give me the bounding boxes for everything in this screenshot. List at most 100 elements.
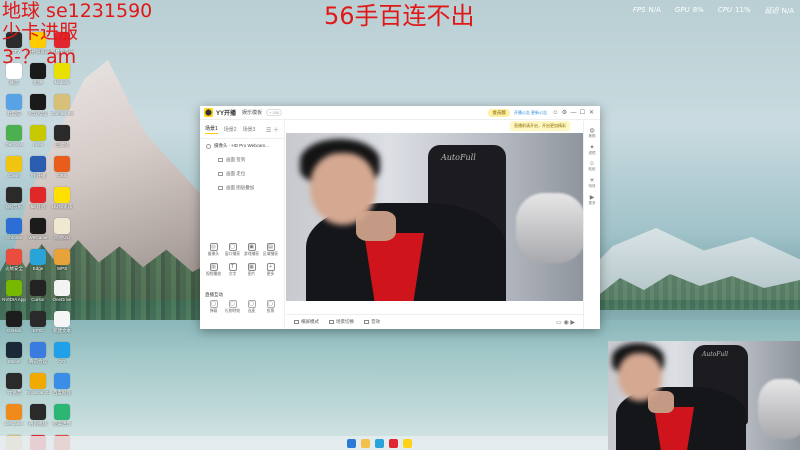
yy-notice-link[interactable]: 开播公告 更新公告 <box>514 110 547 116</box>
desktop-icon[interactable]: YY开播 <box>26 154 50 185</box>
desktop-icon[interactable]: Chrome <box>2 216 26 247</box>
desktop-icon[interactable]: 火绒安全 <box>2 247 26 278</box>
interact-icon: ▢ <box>266 300 275 308</box>
settings-icon[interactable]: ⚙ <box>560 109 569 116</box>
desktop-icon[interactable]: BeGame <box>2 402 26 433</box>
add-source-button[interactable]: + 更多 <box>261 263 280 277</box>
desktop-icon[interactable]: GitHub <box>2 309 26 340</box>
desktop-icon[interactable]: 完美世界 <box>50 402 74 433</box>
scene-switch-button[interactable]: 场景切换 <box>329 319 354 325</box>
right-tool-button[interactable]: ✦ 滤镜 <box>589 144 596 156</box>
avatar-icon[interactable]: ☺ <box>551 110 560 116</box>
app-icon <box>30 373 46 389</box>
right-tool-button[interactable]: ▶ 更多 <box>589 194 596 206</box>
add-source-icon: + <box>266 263 275 271</box>
interact-button[interactable]: ▢ 弹幕 <box>204 300 223 314</box>
desktop-icon[interactable]: WPS <box>50 247 74 278</box>
add-source-icon: ▦ <box>247 263 256 271</box>
scene-add-icon[interactable]: ☰ ＋ <box>266 125 279 134</box>
desktop-icon[interactable]: Cursor <box>26 278 50 309</box>
desktop-icon[interactable]: 新建文本 <box>50 309 74 340</box>
yy-live-icon[interactable] <box>402 438 412 448</box>
desktop-icon[interactable]: 此电脑 <box>2 92 26 123</box>
desktop-icon[interactable]: NVIDIA App <box>2 278 26 309</box>
desktop-icon[interactable]: 腾讯视频 <box>26 402 50 433</box>
desktop-icon[interactable]: 哔哩哔哩 <box>26 92 50 123</box>
app-icon <box>6 187 22 203</box>
maximize-icon[interactable]: ☐ <box>578 109 587 116</box>
app-icon <box>30 404 46 420</box>
right-tool-icon: ▶ <box>589 195 595 201</box>
layer-icon <box>218 158 223 162</box>
desktop-icon[interactable]: 百度网盘 <box>50 371 74 402</box>
visibility-icon[interactable] <box>206 143 211 149</box>
desktop-icon-label: 百度网盘 <box>53 390 71 395</box>
add-source-button[interactable]: ▣ 游戏捕获 <box>242 243 261 257</box>
explorer-icon[interactable] <box>360 438 370 448</box>
desktop-icon[interactable]: QQ <box>50 340 74 371</box>
desktop-icon-label: 腾讯视频 <box>29 421 47 426</box>
desktop-icon[interactable]: WeGame <box>26 216 50 247</box>
desktop-icon[interactable]: 网易UU <box>50 216 74 247</box>
desktop-icon-label: WPS <box>56 266 68 271</box>
yy-template-menu[interactable]: 娱乐模板 <box>242 109 262 116</box>
desktop-icon[interactable]: QQ音乐 <box>2 185 26 216</box>
app-icon <box>30 311 46 327</box>
desktop-icon[interactable]: Counter-Strike <box>50 92 74 123</box>
interact-button[interactable]: ▢ 投票 <box>261 300 280 314</box>
desktop-icon[interactable]: Edge <box>26 247 50 278</box>
add-source-button[interactable]: ◎ 摄像头 <box>204 243 223 257</box>
add-source-button[interactable]: ▦ 图片 <box>242 263 261 277</box>
sub-source-item[interactable]: 画面 图层叠加 <box>200 181 284 195</box>
desktop-icon[interactable]: 5E对战 <box>26 185 50 216</box>
add-source-button[interactable]: ▤ 区域捕获 <box>261 243 280 257</box>
tab-scene-3[interactable]: 场景3 <box>243 126 256 133</box>
add-source-button[interactable]: ▢ 窗口捕获 <box>223 243 242 257</box>
desktop-icon-label: Apex <box>32 142 44 147</box>
add-source-button[interactable]: T 文字 <box>223 263 242 277</box>
tab-scene-2[interactable]: 场景2 <box>224 126 237 133</box>
sub-source-item[interactable]: 画面 签到 <box>200 153 284 167</box>
desktop-icon[interactable]: Clash <box>2 154 26 185</box>
landscape-mode-button[interactable]: 横屏模式 <box>294 319 319 325</box>
close-icon[interactable]: ✕ <box>587 109 596 116</box>
netease-music-icon[interactable] <box>388 438 398 448</box>
add-source-button[interactable]: ▥ 视频播放 <box>204 263 223 277</box>
right-tool-label: 贴纸 <box>588 167 596 171</box>
yy-brand: YY开播 <box>216 111 237 117</box>
sound-effect-button[interactable]: 音效 <box>364 319 380 325</box>
preview-controls[interactable]: ▭ ◉ ▶ <box>556 319 575 326</box>
desktop-icon[interactable]: EPIC <box>26 309 50 340</box>
interact-button[interactable]: ▢ 连麦 <box>242 300 261 314</box>
desktop-icon[interactable]: UU加速器 <box>50 185 74 216</box>
app-icon <box>30 218 46 234</box>
desktop-icon[interactable]: Steam <box>2 340 26 371</box>
desktop-icon[interactable]: OneDrive <box>50 278 74 309</box>
desktop-icon[interactable]: 腾讯会议 <box>26 340 50 371</box>
right-tool-button[interactable]: ☺ 贴纸 <box>589 161 596 172</box>
app-icon <box>30 156 46 172</box>
desktop-icon[interactable]: OBS <box>50 154 74 185</box>
right-tool-button[interactable]: ◍ 美颜 <box>589 127 596 139</box>
desktop-icon-label: OBS <box>57 173 67 178</box>
app-icon <box>6 373 22 389</box>
stream-preview[interactable]: AutoFull <box>286 133 583 301</box>
desktop-icon[interactable]: Rockstar Games <box>26 371 50 402</box>
right-tool-button[interactable]: ☀ 特效 <box>589 177 596 189</box>
yy-vip-button[interactable]: 会员版 <box>488 108 510 117</box>
source-item-camera[interactable]: 摄像头 - HD Pro Webcam... <box>200 139 284 153</box>
perf-cpu: CPU 11% <box>717 6 751 14</box>
right-tool-label: 特效 <box>588 184 596 188</box>
desktop-icon[interactable]: 回收站 <box>50 123 74 154</box>
desktop-icon-label: TT语音 <box>6 390 22 395</box>
desktop-icon[interactable]: GeForce <box>2 123 26 154</box>
tab-scene-1[interactable]: 场景1 <box>205 125 218 134</box>
minimize-icon[interactable]: — <box>569 110 578 116</box>
edge-icon[interactable] <box>374 438 384 448</box>
desktop-icon[interactable]: Apex <box>26 123 50 154</box>
windows-start-icon[interactable] <box>346 438 356 448</box>
sub-source-item[interactable]: 画面 走位 <box>200 167 284 181</box>
yy-version-badge[interactable]: + 200 <box>266 109 283 116</box>
interact-button[interactable]: ▢ 礼物特效 <box>223 300 242 314</box>
desktop-icon[interactable]: TT语音 <box>2 371 26 402</box>
